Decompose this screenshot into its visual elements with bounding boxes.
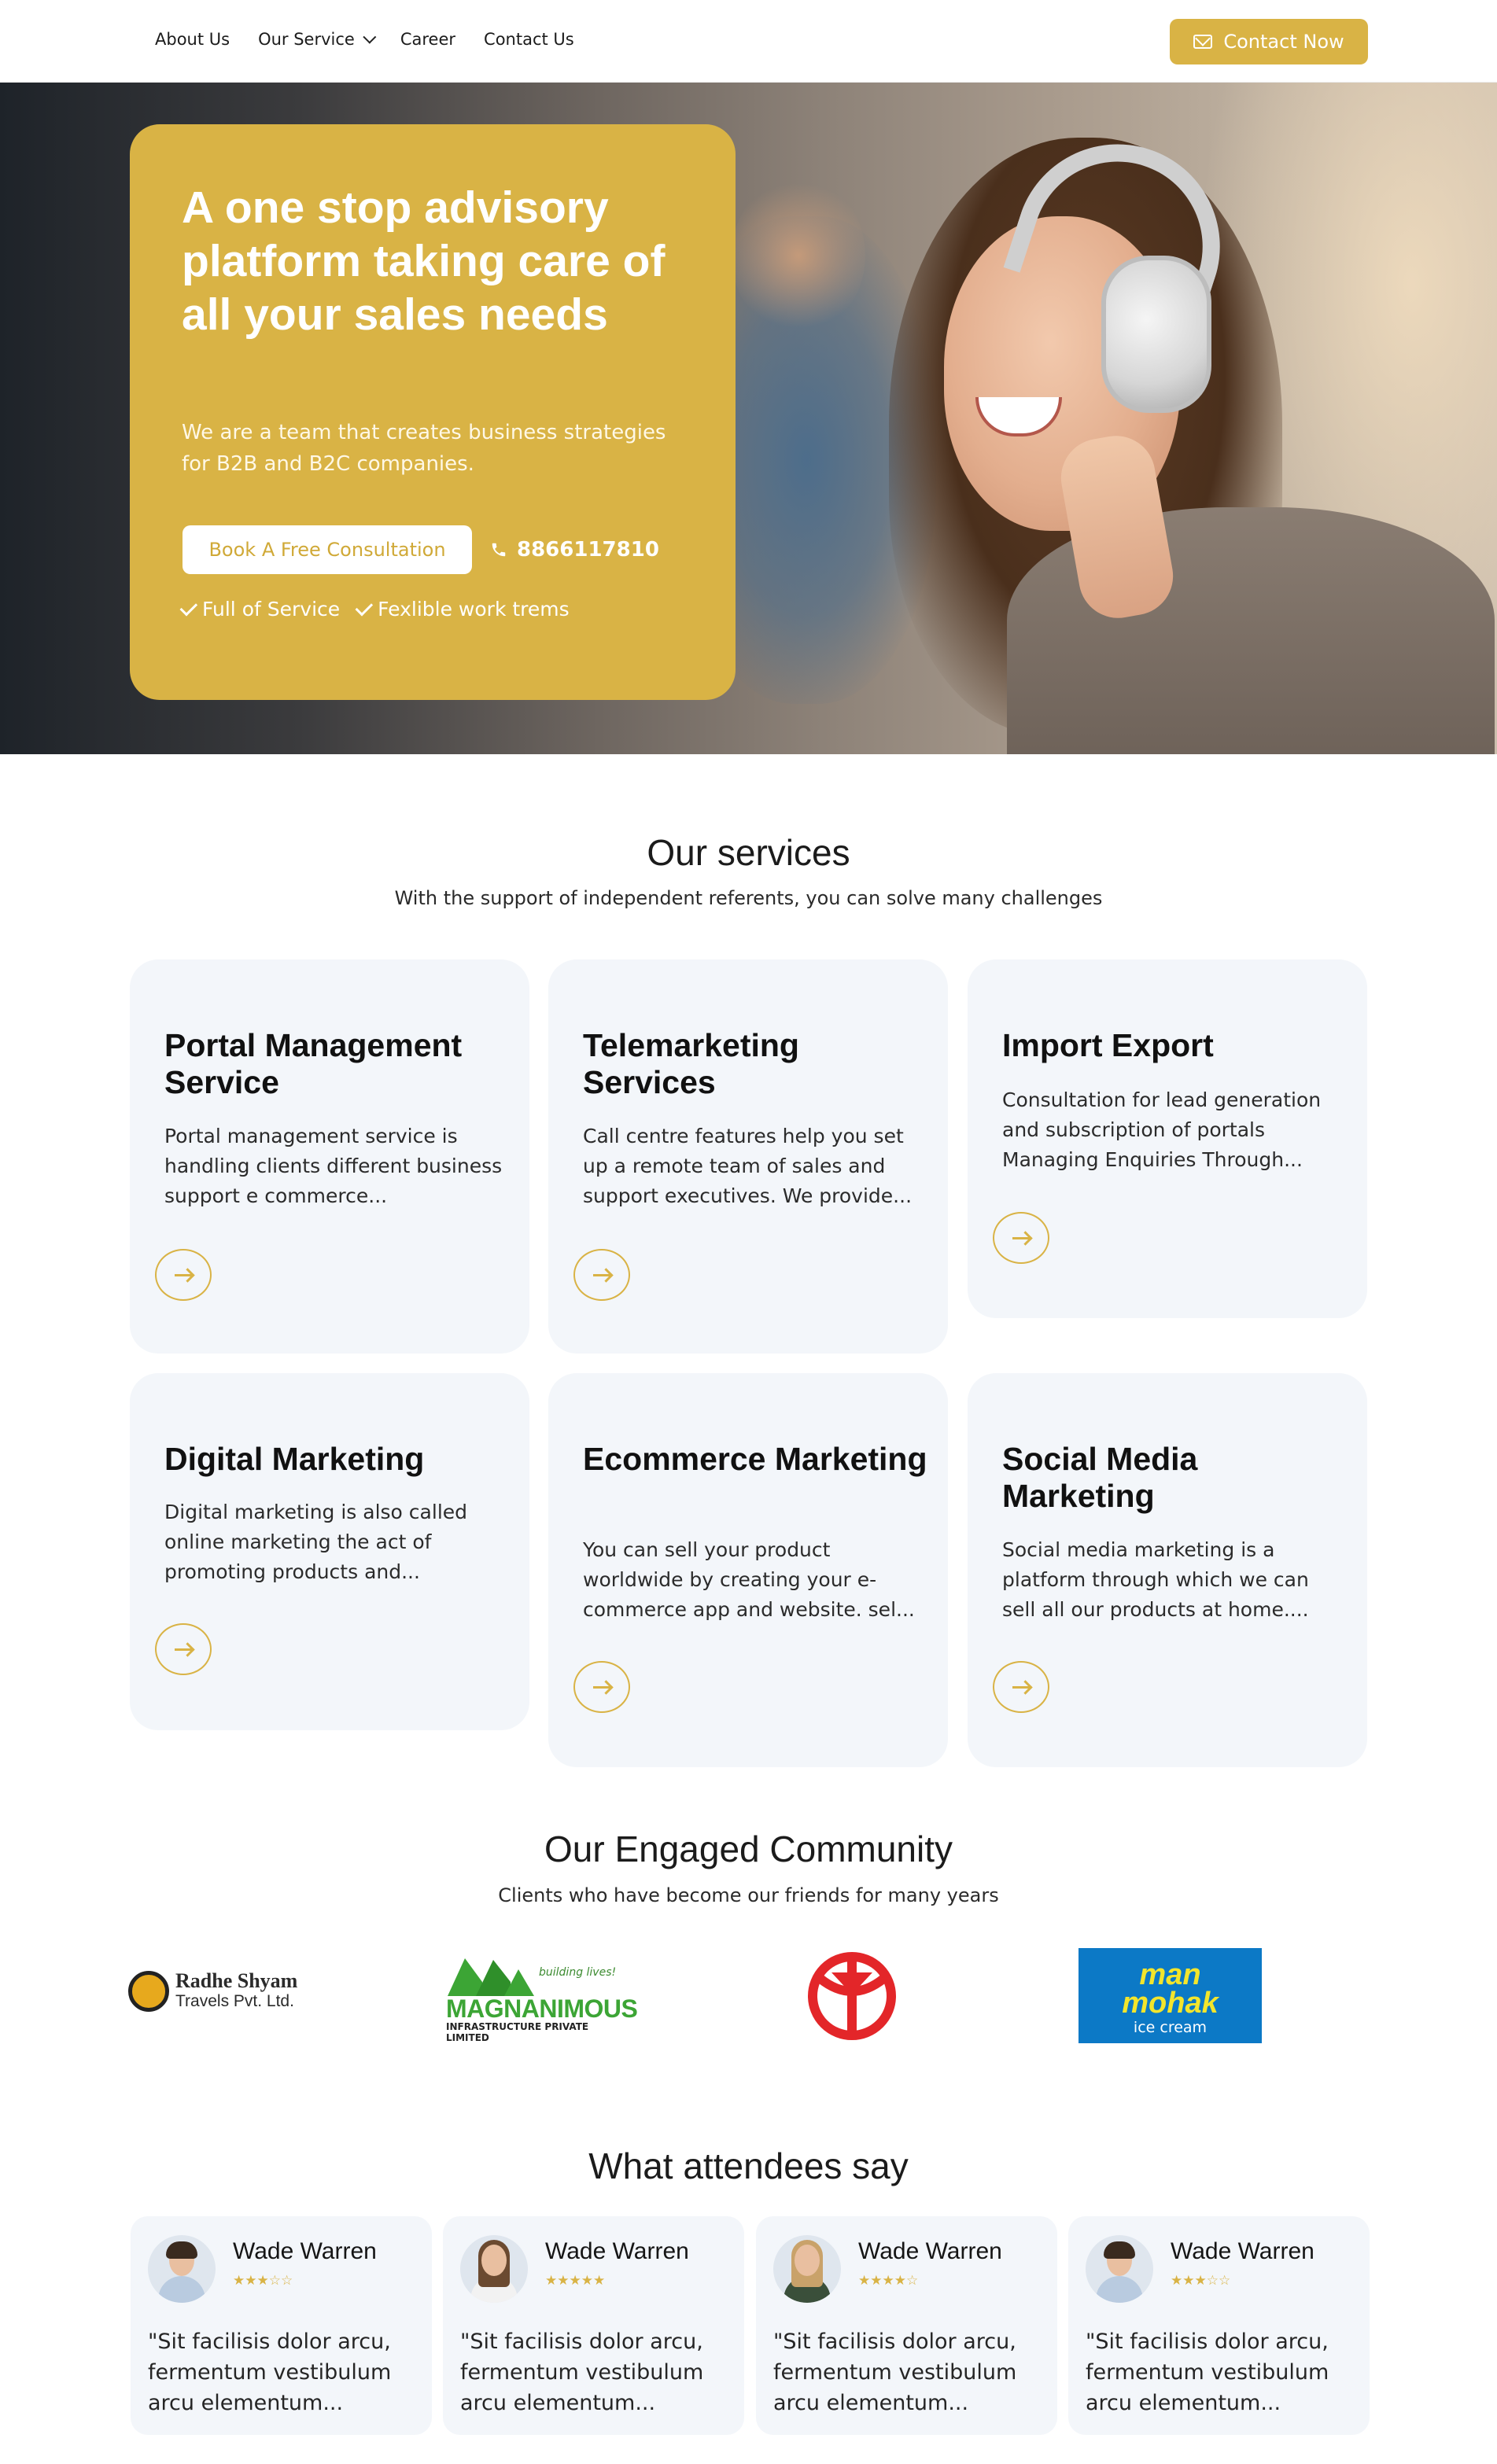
radhe-name: Radhe Shyam — [175, 1969, 298, 1992]
feature-item: Full of Service — [179, 598, 341, 621]
nav-links: About Us Our Service Career Contact Us — [155, 30, 574, 49]
testimonial-quote: "Sit facilisis dolor arcu, fermentum ves… — [148, 2330, 392, 2415]
arrow-right-icon[interactable] — [993, 1661, 1049, 1713]
check-icon — [179, 598, 198, 616]
service-card-description: Portal management service is handling cl… — [164, 1125, 503, 1207]
service-card-title: Ecommerce Marketing — [583, 1441, 927, 1477]
service-card-description: Social media marketing is a platform thr… — [1002, 1538, 1309, 1621]
service-card-portal-management[interactable]: Portal Management Service Portal managem… — [130, 959, 529, 1354]
chevron-down-icon — [363, 30, 377, 44]
service-card-import-export[interactable]: Import Export Consultation for lead gene… — [968, 959, 1367, 1318]
hero-feature-list: Full of Service Fexlible work trems — [179, 598, 570, 621]
testimonial-name: Wade Warren — [545, 2238, 689, 2264]
hero-background-face — [732, 177, 865, 334]
logo-magnanimous: building lives! MAGNANIMOUS INFRASTRUCTU… — [446, 1958, 638, 2043]
mountain-icon — [448, 1958, 534, 1996]
service-card-ecommerce-marketing[interactable]: Ecommerce Marketing You can sell your pr… — [548, 1373, 948, 1767]
service-card-title: Social Media Marketing — [1002, 1441, 1198, 1514]
avatar — [1086, 2235, 1153, 2303]
rating-stars-icon: ★★★★★ — [545, 2273, 606, 2289]
mag-name: MAGNANIMOUS — [446, 1994, 638, 2023]
service-card-title: Import Export — [1002, 1027, 1214, 1063]
arrow-right-icon[interactable] — [573, 1661, 630, 1713]
man-line2: mohak — [1122, 1987, 1219, 2020]
nav-link-our-service-label: Our Service — [258, 30, 355, 49]
arrow-right-icon[interactable] — [573, 1249, 630, 1301]
testimonial-quote: "Sit facilisis dolor arcu, fermentum ves… — [1086, 2330, 1329, 2415]
service-card-title: Telemarketing Services — [583, 1027, 799, 1100]
testimonial-name: Wade Warren — [233, 2238, 377, 2264]
testimonials-title: What attendees say — [588, 2145, 909, 2186]
radhe-text: Radhe Shyam Travels Pvt. Ltd. — [175, 1971, 297, 2012]
arrow-right-icon[interactable] — [993, 1212, 1049, 1264]
man-wordmark: man mohak — [1079, 1960, 1262, 2020]
testimonial-name: Wade Warren — [858, 2238, 1002, 2264]
testimonial-quote: "Sit facilisis dolor arcu, fermentum ves… — [460, 2330, 704, 2415]
services-title: Our services — [647, 832, 850, 873]
service-card-telemarketing[interactable]: Telemarketing Services Call centre featu… — [548, 959, 948, 1354]
hero-section: A one stop advisory platform taking care… — [0, 83, 1497, 754]
contact-now-label: Contact Now — [1223, 31, 1344, 53]
rating-stars-icon: ★★★★☆ — [858, 2273, 919, 2289]
community-title: Our Engaged Community — [544, 1829, 953, 1869]
rating-stars-icon: ★★★☆☆ — [233, 2273, 293, 2289]
testimonial-card: Wade Warren ★★★★★ "Sit facilisis dolor a… — [443, 2216, 744, 2435]
testimonial-card: Wade Warren ★★★☆☆ "Sit facilisis dolor a… — [131, 2216, 432, 2435]
hero-phone-link[interactable]: 8866117810 — [490, 525, 659, 574]
headphone-icon — [1101, 256, 1211, 413]
arrow-right-icon[interactable] — [155, 1249, 212, 1301]
hero-title: A one stop advisory platform taking care… — [182, 182, 666, 340]
logo-radhe-shyam: Radhe Shyam Travels Pvt. Ltd. — [128, 1964, 321, 2019]
top-navbar: About Us Our Service Career Contact Us C… — [0, 0, 1497, 83]
community-subtitle: Clients who have become our friends for … — [498, 1884, 999, 1906]
services-subtitle: With the support of independent referent… — [394, 887, 1103, 909]
hero-phone-number: 8866117810 — [517, 538, 659, 562]
testimonial-name: Wade Warren — [1171, 2238, 1314, 2264]
feature-item: Fexlible work trems — [355, 598, 570, 621]
logo-red-emblem — [808, 1952, 896, 2040]
arrow-right-icon[interactable] — [155, 1623, 212, 1675]
service-card-title: Digital Marketing — [164, 1441, 425, 1477]
nav-link-contact-us[interactable]: Contact Us — [484, 30, 574, 49]
testimonial-card: Wade Warren ★★★☆☆ "Sit facilisis dolor a… — [1068, 2216, 1370, 2435]
mail-icon — [1193, 35, 1213, 49]
phone-icon — [492, 543, 506, 557]
mag-sub: INFRASTRUCTURE PRIVATE LIMITED — [446, 2021, 589, 2043]
hero-subtitle: We are a team that creates business stra… — [182, 421, 666, 476]
service-card-description: Call centre features help you set up a r… — [583, 1125, 913, 1207]
nav-link-career[interactable]: Career — [400, 30, 455, 49]
check-icon — [355, 598, 374, 616]
testimonial-card: Wade Warren ★★★★☆ "Sit facilisis dolor a… — [756, 2216, 1057, 2435]
mag-tagline: building lives! — [539, 1966, 617, 1979]
feature-label: Full of Service — [202, 598, 341, 621]
testimonial-quote: "Sit facilisis dolor arcu, fermentum ves… — [773, 2330, 1017, 2415]
book-consultation-button[interactable]: Book A Free Consultation — [183, 525, 472, 574]
service-card-description: Consultation for lead generation and sub… — [1002, 1088, 1322, 1171]
nav-link-about-us[interactable]: About Us — [155, 30, 230, 49]
contact-now-button[interactable]: Contact Now — [1170, 19, 1368, 64]
nav-link-our-service[interactable]: Our Service — [258, 30, 377, 49]
service-card-digital-marketing[interactable]: Digital Marketing Digital marketing is a… — [130, 1373, 529, 1730]
feature-label: Fexlible work trems — [378, 598, 570, 621]
service-card-title: Portal Management Service — [164, 1027, 463, 1100]
logo-manmohak: man mohak ice cream — [1079, 1948, 1262, 2043]
man-sub: ice cream — [1133, 2019, 1208, 2036]
avatar — [460, 2235, 528, 2303]
hero-card: A one stop advisory platform taking care… — [130, 124, 736, 700]
service-card-description: You can sell your product worldwide by c… — [583, 1538, 915, 1621]
radhe-sub: Travels Pvt. Ltd. — [175, 1992, 294, 2010]
avatar — [773, 2235, 841, 2303]
rating-stars-icon: ★★★☆☆ — [1171, 2273, 1231, 2289]
service-card-description: Digital marketing is also called online … — [164, 1501, 468, 1583]
avatar — [148, 2235, 216, 2303]
service-card-social-media-marketing[interactable]: Social Media Marketing Social media mark… — [968, 1373, 1367, 1767]
bus-icon — [128, 1971, 169, 2012]
